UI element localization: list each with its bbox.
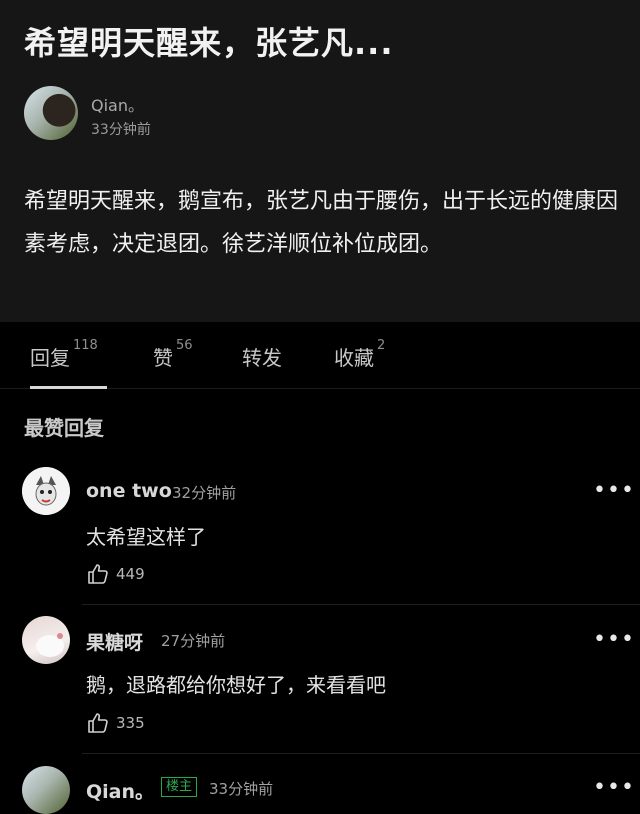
like-button[interactable]: 449 bbox=[86, 562, 145, 586]
thumbs-up-icon bbox=[88, 564, 108, 584]
comment-author[interactable]: Qian。 bbox=[86, 777, 154, 804]
tab-favorites[interactable]: 收藏2 bbox=[334, 338, 385, 371]
comment-time: 32分钟前 bbox=[172, 484, 237, 502]
kitten-avatar[interactable] bbox=[22, 616, 70, 664]
reply-tabs: 回复118 赞56 转发 收藏2 bbox=[0, 322, 640, 389]
like-count: 449 bbox=[116, 565, 145, 583]
thumbs-up-icon bbox=[88, 713, 108, 733]
author-avatar[interactable] bbox=[24, 86, 78, 140]
cartoon-mask-avatar[interactable] bbox=[22, 467, 70, 515]
like-count: 335 bbox=[116, 714, 145, 732]
section-title: 最赞回复 bbox=[24, 416, 104, 440]
tab-favorites-label: 收藏 bbox=[334, 346, 374, 370]
tab-reposts-label: 转发 bbox=[242, 346, 282, 370]
comment-time: 27分钟前 bbox=[161, 632, 226, 650]
comment-divider bbox=[82, 753, 640, 754]
more-options-icon[interactable]: ••• bbox=[593, 478, 635, 503]
tab-replies[interactable]: 回复118 bbox=[30, 338, 98, 371]
author-name[interactable]: Qian。 bbox=[91, 92, 144, 116]
tab-replies-label: 回复 bbox=[30, 346, 70, 370]
tab-favorites-count: 2 bbox=[377, 338, 386, 353]
post-card: 希望明天醒来，张艺凡... Qian。 33分钟前 希望明天醒来，鹅宣布，张艺凡… bbox=[0, 0, 640, 322]
op-badge: 楼主 bbox=[161, 777, 198, 797]
active-tab-indicator bbox=[30, 386, 107, 389]
comment-author[interactable]: one two bbox=[86, 480, 172, 502]
comment-time: 33分钟前 bbox=[209, 780, 274, 798]
post-time: 33分钟前 bbox=[91, 122, 151, 138]
more-options-icon[interactable]: ••• bbox=[593, 775, 635, 800]
tab-replies-count: 118 bbox=[73, 338, 98, 353]
comment-text: 太希望这样了 bbox=[86, 525, 206, 549]
comment-text: 鹅，退路都给你想好了，来看看吧 bbox=[86, 673, 386, 697]
comment-divider bbox=[82, 604, 640, 605]
more-options-icon[interactable]: ••• bbox=[593, 627, 635, 652]
post-body: 希望明天醒来，鹅宣布，张艺凡由于腰伤，出于长远的健康因素考虑，决定退团。徐艺洋顺… bbox=[24, 189, 619, 257]
author-avatar[interactable] bbox=[22, 766, 70, 814]
tab-likes-label: 赞 bbox=[153, 346, 173, 370]
comment-author[interactable]: 果糖呀 bbox=[86, 628, 143, 655]
tab-reposts[interactable]: 转发 bbox=[242, 342, 282, 371]
like-button[interactable]: 335 bbox=[86, 711, 145, 735]
post-title: 希望明天醒来，张艺凡... bbox=[24, 24, 394, 62]
tab-likes[interactable]: 赞56 bbox=[153, 338, 193, 371]
tab-likes-count: 56 bbox=[176, 338, 193, 353]
